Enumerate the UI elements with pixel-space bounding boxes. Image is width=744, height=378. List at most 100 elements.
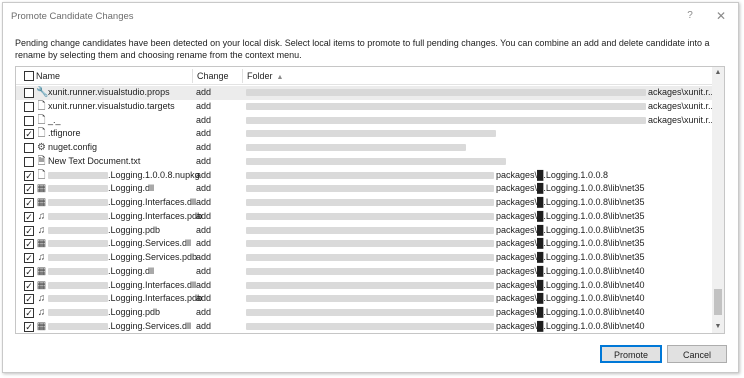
row-folder-text: packages\█.Logging.1.0.0.8\lib\net40: [496, 279, 645, 290]
row-change: add: [196, 265, 212, 276]
row-change: add: [196, 183, 212, 194]
row-folder: packages\█.Logging.1.0.0.8\lib\net35: [246, 196, 712, 210]
vertical-scrollbar[interactable]: ▲ ▼: [712, 67, 724, 333]
dialog-title: Promote Candidate Changes: [11, 11, 134, 22]
redacted-text: [246, 240, 494, 248]
column-divider[interactable]: [242, 69, 243, 83]
row-checkbox[interactable]: ✓: [24, 280, 34, 291]
row-folder: packages\█.Logging.1.0.0.8: [246, 169, 712, 183]
row-name-text: .Logging.Interfaces.dll: [108, 279, 197, 290]
list-item[interactable]: ✓ ♫ .Logging.pdb add packages\█.Logging.1.0.…: [16, 224, 712, 238]
row-name-text: New Text Document.txt: [48, 155, 141, 166]
row-checkbox[interactable]: ✓: [24, 170, 34, 181]
row-folder: [246, 155, 712, 169]
row-name: _._: [48, 114, 61, 128]
column-divider[interactable]: [192, 69, 193, 83]
row-name: .Logging.Interfaces.pdb: [48, 292, 202, 306]
list-item[interactable]: ✓ ▦ .Logging.Interfaces.dll add packages\█.L…: [16, 279, 712, 293]
row-checkbox[interactable]: ✓: [24, 184, 34, 195]
row-folder-text: packages\█.Logging.1.0.0.8\lib\net35: [496, 252, 645, 262]
redacted-text: [246, 89, 646, 97]
list-item[interactable]: ✓ ♫ .Logging.pdb add packages\█.Logging.1.0.…: [16, 306, 712, 320]
list-item[interactable]: ✓ ♫ .Logging.Services.pdb add packages\█.Log…: [16, 251, 712, 265]
row-checkbox[interactable]: ✓: [24, 321, 34, 332]
candidate-list[interactable]: Name Change Folder ▲ 🔧 xunit.runner.visual…: [15, 66, 725, 334]
redacted-text: [246, 171, 494, 179]
row-name-text: nuget.config: [48, 142, 98, 152]
dll-icon: ▦: [36, 183, 47, 195]
close-button[interactable]: ✕: [711, 8, 731, 24]
column-header-change[interactable]: Change: [197, 67, 229, 85]
scrollbar-thumb[interactable]: [714, 289, 722, 315]
promote-candidate-changes-dialog: Promote Candidate Changes ? ✕ Pending ch…: [2, 2, 739, 373]
row-checkbox[interactable]: [24, 156, 34, 167]
list-item[interactable]: ⚙ nuget.config add: [16, 141, 712, 155]
column-header-name[interactable]: Name: [36, 67, 60, 85]
list-item[interactable]: ✓ ▦ .Logging.Interfaces.dll add packages\█.L…: [16, 196, 712, 210]
row-name: .Logging.Interfaces.dll: [48, 279, 196, 293]
row-name: nuget.config: [48, 141, 97, 155]
row-checkbox[interactable]: ✓: [24, 198, 34, 208]
list-item[interactable]: ✓ ♫ .Logging.Interfaces.pdb add packages\█.L…: [16, 210, 712, 224]
row-folder-text: packages\█.Logging.1.0.0.8\lib\net40: [496, 265, 645, 276]
row-folder-text: packages\█.Logging.1.0.0.8\lib\net40: [496, 293, 645, 304]
row-folder-text: packages\█.Logging.1.0.0.8\lib\net35: [496, 183, 645, 194]
row-name-text: .tfignore: [48, 128, 81, 139]
select-all-checkbox[interactable]: [24, 71, 34, 81]
list-item[interactable]: ✓ ▦ .Logging.Services.dll add packages\█.Log…: [16, 320, 712, 333]
row-checkbox[interactable]: ✓: [24, 211, 34, 222]
row-checkbox[interactable]: ✓: [24, 129, 34, 140]
row-change: add: [196, 128, 212, 139]
list-item[interactable]: 🔧 xunit.runner.visualstudio.props add ackag…: [16, 86, 716, 100]
row-checkbox[interactable]: ✓: [24, 225, 34, 236]
list-item[interactable]: ✓ ▦ .Logging.dll add packages\█.Logging.1.0.…: [16, 265, 712, 279]
column-header-folder[interactable]: Folder ▲: [247, 67, 283, 85]
row-checkbox[interactable]: [24, 88, 34, 98]
list-item[interactable]: ✓ ♫ .Logging.Interfaces.pdb add packages\█.L…: [16, 292, 712, 306]
file-icon: 🗋: [37, 100, 46, 112]
row-name-text: .Logging.Services.dll: [108, 238, 192, 249]
row-change: add: [196, 238, 212, 249]
file-icon: 🗋: [37, 114, 46, 126]
promote-button[interactable]: Promote: [600, 345, 662, 363]
text-file-icon: 🗎: [37, 155, 46, 167]
list-item[interactable]: ✓ 🗋 .tfignore add: [16, 127, 712, 141]
row-name-text: .Logging.Interfaces.pdb: [108, 293, 203, 304]
list-item[interactable]: 🗋 xunit.runner.visualstudio.targets add ack…: [16, 100, 716, 114]
row-checkbox[interactable]: [24, 101, 34, 112]
list-item[interactable]: ✓ ▦ .Logging.dll add packages\█.Logging.1.0.…: [16, 182, 712, 196]
row-checkbox[interactable]: ✓: [24, 266, 34, 277]
row-checkbox[interactable]: ✓: [24, 239, 34, 250]
row-folder: packages\█.Logging.1.0.0.8\lib\net40: [246, 279, 712, 293]
row-folder: packages\█.Logging.1.0.0.8\lib\net40: [246, 320, 712, 333]
row-checkbox[interactable]: ✓: [24, 294, 34, 305]
dll-icon: ▦: [36, 320, 47, 332]
list-item[interactable]: ✓ 🗋 .Logging.1.0.0.8.nupkg add packages\█.Lo…: [16, 169, 712, 183]
row-checkbox[interactable]: [24, 143, 34, 153]
dll-icon: ▦: [36, 279, 47, 291]
scroll-up-icon[interactable]: ▲: [712, 67, 724, 79]
row-folder-text: ackages\xunit.r...: [648, 87, 716, 97]
row-name-text: .Logging.dll: [108, 183, 155, 194]
row-checkbox[interactable]: [24, 115, 34, 126]
list-item[interactable]: 🗋 _._ add ackages\xunit.r...: [16, 114, 716, 128]
row-name: .Logging.Services.dll: [48, 237, 191, 251]
row-name-text: .Logging.dll: [108, 265, 155, 276]
redacted-text: [246, 309, 494, 317]
cancel-button[interactable]: Cancel: [667, 345, 727, 363]
help-button[interactable]: ?: [680, 8, 700, 24]
row-checkbox[interactable]: ✓: [24, 253, 34, 263]
dll-icon: ▦: [36, 238, 47, 250]
redacted-text: [246, 212, 494, 220]
row-folder: packages\█.Logging.1.0.0.8\lib\net35: [246, 182, 712, 196]
list-item[interactable]: ✓ ▦ .Logging.Services.dll add packages\█.Log…: [16, 237, 712, 251]
scroll-down-icon[interactable]: ▼: [712, 321, 724, 333]
row-name: .Logging.Services.dll: [48, 320, 191, 333]
row-checkbox[interactable]: ✓: [24, 308, 34, 318]
list-rows: 🔧 xunit.runner.visualstudio.props add ackag…: [16, 86, 716, 333]
redacted-text: [48, 171, 108, 179]
row-name: xunit.runner.visualstudio.props: [48, 86, 170, 100]
list-item[interactable]: 🗎 New Text Document.txt add: [16, 155, 712, 169]
row-change: add: [196, 224, 212, 235]
row-change: add: [196, 210, 212, 221]
